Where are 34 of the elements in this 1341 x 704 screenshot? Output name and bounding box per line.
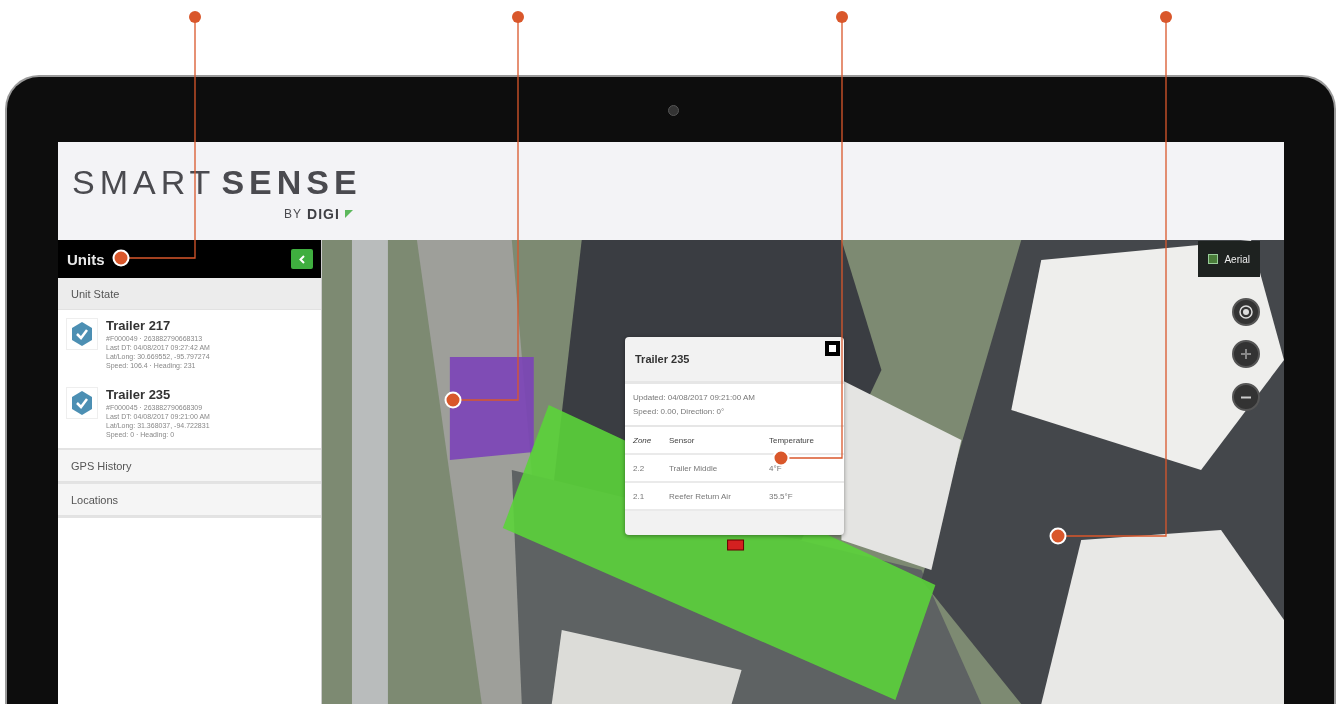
popup-updated: Updated: 04/08/2017 09:21:00 AM <box>633 393 756 402</box>
check-badge-icon <box>70 321 94 347</box>
logo-byline: BY <box>284 207 302 221</box>
close-button[interactable] <box>825 341 840 356</box>
section-header[interactable]: GPS History <box>58 450 321 482</box>
column-header: Sensor <box>669 435 696 445</box>
section-header[interactable]: Locations <box>58 484 321 516</box>
plus-icon <box>1240 348 1252 360</box>
column-header: Zone <box>633 435 653 445</box>
aerial-layer-button[interactable]: Aerial <box>1198 241 1260 277</box>
chevron-left-icon <box>299 254 305 264</box>
popup-speed: Speed: 0.00, Direction: 0° <box>633 407 726 416</box>
popup-title: Trailer 235 <box>635 353 690 365</box>
camera-icon <box>668 105 679 116</box>
maker-logo: DIGI <box>307 206 340 222</box>
map-layer-icon <box>1208 254 1219 264</box>
check-badge-icon <box>70 390 94 416</box>
trailer-marker[interactable] <box>727 539 745 551</box>
collapse-button[interactable] <box>291 249 313 269</box>
table-cell-text: 35.5°F <box>769 491 794 501</box>
table-cell-text: Reefer Return Air <box>669 491 732 501</box>
unit-name: Trailer 235 <box>106 387 172 402</box>
logo-mark-icon <box>344 210 353 218</box>
table-cell-text: 2.1 <box>633 491 646 501</box>
table-cell-text: 4°F <box>769 463 783 473</box>
table-cell-text: Trailer Middle <box>669 463 719 473</box>
sidebar-title: Units <box>67 250 105 268</box>
table-cell-text: 2.2 <box>633 463 646 473</box>
section-header[interactable]: Unit State <box>58 278 321 310</box>
minus-icon <box>1240 395 1252 399</box>
unit-name: Trailer 217 <box>106 318 172 333</box>
target-icon <box>1239 305 1253 319</box>
close-icon <box>829 345 836 352</box>
column-header: Temperature <box>769 435 815 445</box>
